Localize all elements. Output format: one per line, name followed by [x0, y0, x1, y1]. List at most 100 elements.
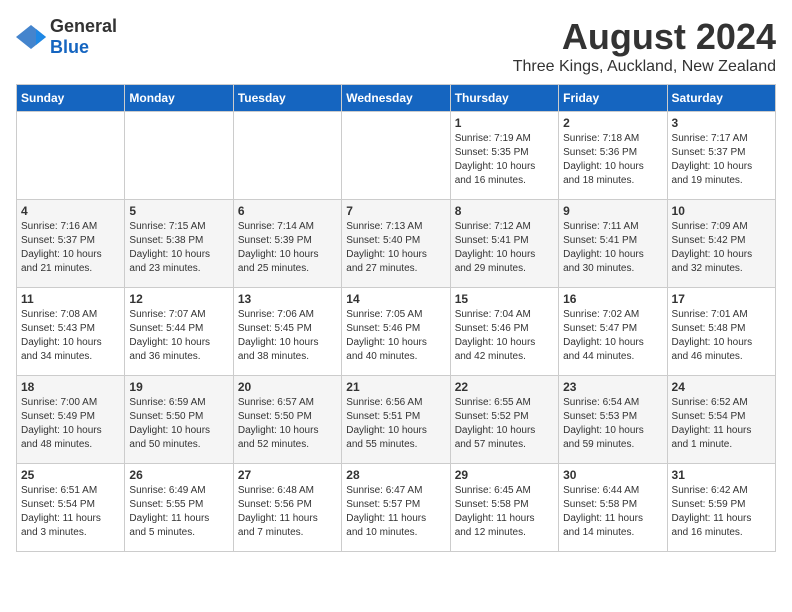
weekday-header-tuesday: Tuesday [233, 85, 341, 112]
calendar-cell: 14Sunrise: 7:05 AM Sunset: 5:46 PM Dayli… [342, 288, 450, 376]
cell-date-number: 4 [21, 204, 120, 218]
calendar-cell: 5 Sunrise: 7:15 AM Sunset: 5:38 PM Daylig… [125, 200, 233, 288]
calendar-cell: 1 Sunrise: 7:19 AM Sunset: 5:35 PM Daylig… [450, 112, 558, 200]
cell-date-number: 10 [672, 204, 771, 218]
calendar-cell: 16 Sunrise: 7:02 AM Sunset: 5:47 PM Dayli… [559, 288, 667, 376]
cell-date-number: 6 [238, 204, 337, 218]
cell-info-text: Sunrise: 7:04 AM Sunset: 5:46 PM Dayligh… [455, 308, 554, 364]
cell-info-text: Sunrise: 6:47 AM Sunset: 5:57 PM Dayligh… [346, 484, 445, 540]
calendar-cell [233, 112, 341, 200]
cell-date-number: 12 [129, 292, 228, 306]
calendar-cell: 9 Sunrise: 7:11 AM Sunset: 5:41 PM Daylig… [559, 200, 667, 288]
cell-info-text: Sunrise: 7:12 AM Sunset: 5:41 PM Dayligh… [455, 220, 554, 276]
cell-info-text: Sunrise: 6:48 AM Sunset: 5:56 PM Dayligh… [238, 484, 337, 540]
cell-date-number: 21 [346, 380, 445, 394]
weekday-header-row: SundayMondayTuesdayWednesdayThursdayFrid… [17, 85, 776, 112]
cell-info-text: Sunrise: 6:57 AM Sunset: 5:50 PM Dayligh… [238, 396, 337, 452]
cell-info-text: Sunrise: 7:11 AM Sunset: 5:41 PM Dayligh… [563, 220, 662, 276]
calendar-title: August 2024 [513, 16, 776, 58]
cell-info-text: Sunrise: 7:18 AM Sunset: 5:36 PM Dayligh… [563, 132, 662, 188]
calendar-cell: 25 Sunrise: 6:51 AM Sunset: 5:54 PM Dayli… [17, 464, 125, 552]
cell-info-text: Sunrise: 6:52 AM Sunset: 5:54 PM Dayligh… [672, 396, 771, 452]
calendar-cell: 18 Sunrise: 7:00 AM Sunset: 5:49 PM Dayli… [17, 376, 125, 464]
cell-info-text: Sunrise: 7:07 AM Sunset: 5:44 PM Dayligh… [129, 308, 228, 364]
weekday-header-sunday: Sunday [17, 85, 125, 112]
calendar-cell: 11 Sunrise: 7:08 AM Sunset: 5:43 PM Dayli… [17, 288, 125, 376]
header: General Blue August 2024 Three Kings, Au… [16, 16, 776, 76]
cell-date-number: 28 [346, 468, 445, 482]
calendar-cell: 30Sunrise: 6:44 AM Sunset: 5:58 PM Dayli… [559, 464, 667, 552]
cell-info-text: Sunrise: 6:45 AM Sunset: 5:58 PM Dayligh… [455, 484, 554, 540]
cell-info-text: Sunrise: 7:14 AM Sunset: 5:39 PM Dayligh… [238, 220, 337, 276]
weekday-header-saturday: Saturday [667, 85, 775, 112]
calendar-cell: 22Sunrise: 6:55 AM Sunset: 5:52 PM Dayli… [450, 376, 558, 464]
cell-info-text: Sunrise: 7:15 AM Sunset: 5:38 PM Dayligh… [129, 220, 228, 276]
cell-info-text: Sunrise: 6:44 AM Sunset: 5:58 PM Dayligh… [563, 484, 662, 540]
cell-info-text: Sunrise: 7:06 AM Sunset: 5:45 PM Dayligh… [238, 308, 337, 364]
calendar-cell: 4 Sunrise: 7:16 AM Sunset: 5:37 PM Daylig… [17, 200, 125, 288]
cell-date-number: 29 [455, 468, 554, 482]
calendar-subtitle: Three Kings, Auckland, New Zealand [513, 58, 776, 76]
calendar-cell [342, 112, 450, 200]
calendar-week-row: 18 Sunrise: 7:00 AM Sunset: 5:49 PM Dayli… [17, 376, 776, 464]
cell-info-text: Sunrise: 7:16 AM Sunset: 5:37 PM Dayligh… [21, 220, 120, 276]
calendar-cell [17, 112, 125, 200]
cell-date-number: 25 [21, 468, 120, 482]
weekday-header-wednesday: Wednesday [342, 85, 450, 112]
calendar-cell: 31 Sunrise: 6:42 AM Sunset: 5:59 PM Dayli… [667, 464, 775, 552]
weekday-header-monday: Monday [125, 85, 233, 112]
calendar-cell: 7 Sunrise: 7:13 AM Sunset: 5:40 PM Daylig… [342, 200, 450, 288]
calendar-week-row: 25 Sunrise: 6:51 AM Sunset: 5:54 PM Dayli… [17, 464, 776, 552]
cell-date-number: 7 [346, 204, 445, 218]
cell-info-text: Sunrise: 7:13 AM Sunset: 5:40 PM Dayligh… [346, 220, 445, 276]
cell-date-number: 5 [129, 204, 228, 218]
cell-info-text: Sunrise: 6:49 AM Sunset: 5:55 PM Dayligh… [129, 484, 228, 540]
calendar-cell: 19Sunrise: 6:59 AM Sunset: 5:50 PM Dayli… [125, 376, 233, 464]
cell-info-text: Sunrise: 7:17 AM Sunset: 5:37 PM Dayligh… [672, 132, 771, 188]
cell-date-number: 8 [455, 204, 554, 218]
calendar-table: SundayMondayTuesdayWednesdayThursdayFrid… [16, 84, 776, 552]
logo-icon [16, 25, 46, 49]
cell-info-text: Sunrise: 6:56 AM Sunset: 5:51 PM Dayligh… [346, 396, 445, 452]
cell-info-text: Sunrise: 6:54 AM Sunset: 5:53 PM Dayligh… [563, 396, 662, 452]
cell-info-text: Sunrise: 7:08 AM Sunset: 5:43 PM Dayligh… [21, 308, 120, 364]
cell-info-text: Sunrise: 6:42 AM Sunset: 5:59 PM Dayligh… [672, 484, 771, 540]
cell-date-number: 23 [563, 380, 662, 394]
cell-date-number: 24 [672, 380, 771, 394]
logo: General Blue [16, 16, 117, 58]
calendar-cell: 8 Sunrise: 7:12 AM Sunset: 5:41 PM Daylig… [450, 200, 558, 288]
cell-date-number: 16 [563, 292, 662, 306]
calendar-cell: 3 Sunrise: 7:17 AM Sunset: 5:37 PM Daylig… [667, 112, 775, 200]
logo-general: General [50, 16, 117, 36]
calendar-cell: 13 Sunrise: 7:06 AM Sunset: 5:45 PM Dayli… [233, 288, 341, 376]
calendar-week-row: 11 Sunrise: 7:08 AM Sunset: 5:43 PM Dayli… [17, 288, 776, 376]
calendar-week-row: 4 Sunrise: 7:16 AM Sunset: 5:37 PM Daylig… [17, 200, 776, 288]
calendar-cell: 27Sunrise: 6:48 AM Sunset: 5:56 PM Dayli… [233, 464, 341, 552]
calendar-cell: 24 Sunrise: 6:52 AM Sunset: 5:54 PM Dayli… [667, 376, 775, 464]
cell-info-text: Sunrise: 7:00 AM Sunset: 5:49 PM Dayligh… [21, 396, 120, 452]
cell-info-text: Sunrise: 7:02 AM Sunset: 5:47 PM Dayligh… [563, 308, 662, 364]
cell-date-number: 1 [455, 116, 554, 130]
calendar-cell: 2Sunrise: 7:18 AM Sunset: 5:36 PM Daylig… [559, 112, 667, 200]
calendar-cell: 6 Sunrise: 7:14 AM Sunset: 5:39 PM Daylig… [233, 200, 341, 288]
calendar-cell: 17Sunrise: 7:01 AM Sunset: 5:48 PM Dayli… [667, 288, 775, 376]
cell-date-number: 9 [563, 204, 662, 218]
calendar-cell: 26 Sunrise: 6:49 AM Sunset: 5:55 PM Dayli… [125, 464, 233, 552]
cell-info-text: Sunrise: 6:59 AM Sunset: 5:50 PM Dayligh… [129, 396, 228, 452]
calendar-cell: 15Sunrise: 7:04 AM Sunset: 5:46 PM Dayli… [450, 288, 558, 376]
logo-blue: Blue [50, 37, 89, 57]
calendar-cell: 23 Sunrise: 6:54 AM Sunset: 5:53 PM Dayli… [559, 376, 667, 464]
cell-date-number: 18 [21, 380, 120, 394]
calendar-cell: 21 Sunrise: 6:56 AM Sunset: 5:51 PM Dayli… [342, 376, 450, 464]
logo-text: General Blue [50, 16, 117, 58]
cell-info-text: Sunrise: 7:19 AM Sunset: 5:35 PM Dayligh… [455, 132, 554, 188]
calendar-cell: 28 Sunrise: 6:47 AM Sunset: 5:57 PM Dayli… [342, 464, 450, 552]
cell-date-number: 26 [129, 468, 228, 482]
cell-date-number: 3 [672, 116, 771, 130]
cell-date-number: 13 [238, 292, 337, 306]
cell-info-text: Sunrise: 6:55 AM Sunset: 5:52 PM Dayligh… [455, 396, 554, 452]
cell-info-text: Sunrise: 6:51 AM Sunset: 5:54 PM Dayligh… [21, 484, 120, 540]
cell-date-number: 17 [672, 292, 771, 306]
cell-date-number: 31 [672, 468, 771, 482]
cell-date-number: 11 [21, 292, 120, 306]
